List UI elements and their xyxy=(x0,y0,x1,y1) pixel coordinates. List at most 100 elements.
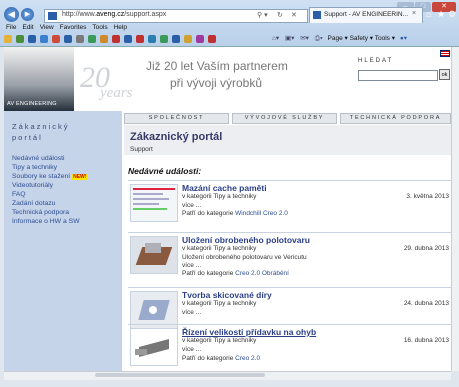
back-button[interactable]: ◀ xyxy=(4,7,19,22)
bookmark-icon[interactable] xyxy=(52,35,60,43)
menu-favorites[interactable]: Favorites xyxy=(60,24,87,31)
sidebar-title: Zákaznický portál xyxy=(12,122,70,142)
event-category: v kategorii Tipy a techniky xyxy=(182,245,257,252)
event-category: v kategorii Tipy a techniky xyxy=(182,193,257,200)
command-menus[interactable]: Page ▾ Safety ▾ Tools ▾ xyxy=(328,35,395,42)
command-bar: ⌂▾ ▣▾ ✉▾ ⎙▾ Page ▾ Safety ▾ Tools ▾ ●▾ xyxy=(272,34,407,43)
stop-icon[interactable]: ✕ xyxy=(291,11,297,19)
bookmark-icon[interactable] xyxy=(208,35,216,43)
nav-company[interactable]: SPOLEČNOST xyxy=(124,113,229,124)
bookmark-icon[interactable] xyxy=(64,35,72,43)
sidebar-item-tips[interactable]: Tipy a techniky xyxy=(12,164,57,171)
sidebar-item-faq[interactable]: FAQ xyxy=(12,191,26,198)
nav-support[interactable]: TECHNICKÁ PODPORA xyxy=(340,113,451,124)
bookmark-icon[interactable] xyxy=(184,35,192,43)
event-title[interactable]: Tvorba skicované díry xyxy=(182,290,272,300)
site-favicon-icon xyxy=(48,12,57,20)
bookmark-icon[interactable] xyxy=(196,35,204,43)
tag-link[interactable]: Obrábění xyxy=(262,270,289,277)
more-link[interactable]: více ... xyxy=(182,262,201,269)
print-icon[interactable]: ⎙▾ xyxy=(315,35,323,42)
gear-icon[interactable]: ⚙ xyxy=(448,9,456,20)
tag-link[interactable]: Creo 2.0 xyxy=(235,270,260,277)
home-icon[interactable]: ⌂ xyxy=(426,9,431,19)
event-date: 16. dubna 2013 xyxy=(403,337,449,344)
more-link[interactable]: více ... xyxy=(182,202,201,209)
bookmark-icon[interactable] xyxy=(124,35,132,43)
vertical-scrollbar[interactable] xyxy=(451,47,459,371)
sidebar-item-tech-support[interactable]: Technická podpora xyxy=(12,209,69,216)
recent-events-heading: Nedávné události: xyxy=(128,166,202,176)
menu-file[interactable]: File xyxy=(6,24,16,31)
slogan-line-1: Již 20 let Vaším partnerem xyxy=(146,59,288,73)
new-badge: NEW! xyxy=(72,174,88,180)
bookmark-icon[interactable] xyxy=(40,35,48,43)
sidebar-item-hw-sw[interactable]: Informace o HW a SW xyxy=(12,218,80,225)
more-link[interactable]: více ... xyxy=(182,309,201,316)
sidebar-item-label: Soubory ke stažení xyxy=(12,173,71,180)
logo-text: AV ENGINEERING xyxy=(7,101,57,107)
sidebar: Zákaznický portál Nedávné události Tipy a… xyxy=(4,111,122,371)
event-date: 24. dubna 2013 xyxy=(403,300,449,307)
years-word: years xyxy=(100,85,133,101)
event-title[interactable]: Řízení velikosti přídavku na ohyb xyxy=(182,327,316,337)
bookmark-icon[interactable] xyxy=(16,35,24,43)
mail-icon[interactable]: ✉▾ xyxy=(300,35,309,42)
event-tags: Patří do kategorie Creo 2.0 xyxy=(182,355,261,362)
event-category: v kategorii Tipy a techniky xyxy=(182,337,257,344)
list-item: Řízení velikosti přídavku na ohyb v kate… xyxy=(128,324,451,371)
menu-view[interactable]: View xyxy=(40,24,54,31)
company-logo[interactable]: AV ENGINEERING xyxy=(4,47,74,111)
sidebar-item-downloads[interactable]: Soubory ke stažení NEW! xyxy=(12,173,88,180)
event-title[interactable]: Uložení obrobeného polotovaru xyxy=(182,235,310,245)
list-item: Uložení obrobeného polotovaru v kategori… xyxy=(128,232,451,281)
slogan-line-2: při vývoji výrobků xyxy=(170,76,263,90)
sidebar-item-videos[interactable]: Videotutoriály xyxy=(12,182,53,189)
feeds-icon[interactable]: ▣▾ xyxy=(285,35,294,42)
nav-services[interactable]: VÝVOJOVÉ SLUŽBY xyxy=(232,113,337,124)
tab-support[interactable]: Support - AV ENGINEERIN... × xyxy=(309,7,423,23)
tag-link[interactable]: Creo 2.0 xyxy=(263,210,288,217)
event-title[interactable]: Mazání cache paměti xyxy=(182,183,267,193)
tab-title: Support - AV ENGINEERIN... xyxy=(324,11,409,18)
bookmark-icon[interactable] xyxy=(100,35,108,43)
page-title: Zákaznický portál xyxy=(130,131,223,143)
bookmark-icon[interactable] xyxy=(148,35,156,43)
search-label: HLEDAT xyxy=(358,58,394,64)
event-tags: Patří do kategorie Creo 2.0 Obrábění xyxy=(182,270,289,277)
more-link[interactable]: více ... xyxy=(182,346,201,353)
bookmark-icon[interactable] xyxy=(88,35,96,43)
bookmark-icon[interactable] xyxy=(76,35,84,43)
event-thumbnail[interactable] xyxy=(130,184,178,222)
close-tab-icon[interactable]: × xyxy=(412,10,416,17)
bookmark-icon[interactable] xyxy=(160,35,168,43)
favorites-icon[interactable] xyxy=(4,35,12,43)
refresh-icon[interactable]: ↻ xyxy=(277,11,283,19)
tag-link[interactable]: Windchill xyxy=(235,210,261,217)
bookmark-icon[interactable] xyxy=(28,35,36,43)
horizontal-scroll-thumb[interactable] xyxy=(95,373,265,377)
home-toolbar-icon[interactable]: ⌂▾ xyxy=(272,35,279,42)
event-thumbnail[interactable] xyxy=(130,328,178,366)
bookmark-icon[interactable] xyxy=(112,35,120,43)
help-icon[interactable]: ●▾ xyxy=(400,35,407,42)
favorites-star-icon[interactable]: ★ xyxy=(437,9,445,20)
breadcrumb[interactable]: Support xyxy=(130,146,153,153)
sidebar-item-query[interactable]: Zadání dotazu xyxy=(12,200,55,207)
search-input[interactable] xyxy=(358,70,438,81)
menu-help[interactable]: Help xyxy=(114,24,127,31)
event-tags: Patří do kategorie Windchill Creo 2.0 xyxy=(182,210,288,217)
search-button[interactable]: ok xyxy=(439,69,450,80)
search-dropdown-icon[interactable]: ⚲ ▾ xyxy=(257,11,268,19)
event-thumbnail[interactable] xyxy=(130,236,178,274)
address-bar[interactable]: http://www.aveng.cz/support.aspx ⚲ ▾ ↻ ✕ xyxy=(44,9,308,23)
bookmark-icon[interactable] xyxy=(172,35,180,43)
forward-button[interactable]: ▶ xyxy=(21,8,34,21)
event-date: 29. dubna 2013 xyxy=(403,245,449,252)
english-flag-icon[interactable] xyxy=(440,50,450,57)
menu-edit[interactable]: Edit xyxy=(22,24,33,31)
tag-link[interactable]: Creo 2.0 xyxy=(235,355,260,362)
menu-tools[interactable]: Tools xyxy=(92,24,107,31)
sidebar-item-recent-events[interactable]: Nedávné události xyxy=(12,155,65,162)
bookmark-icon[interactable] xyxy=(136,35,144,43)
